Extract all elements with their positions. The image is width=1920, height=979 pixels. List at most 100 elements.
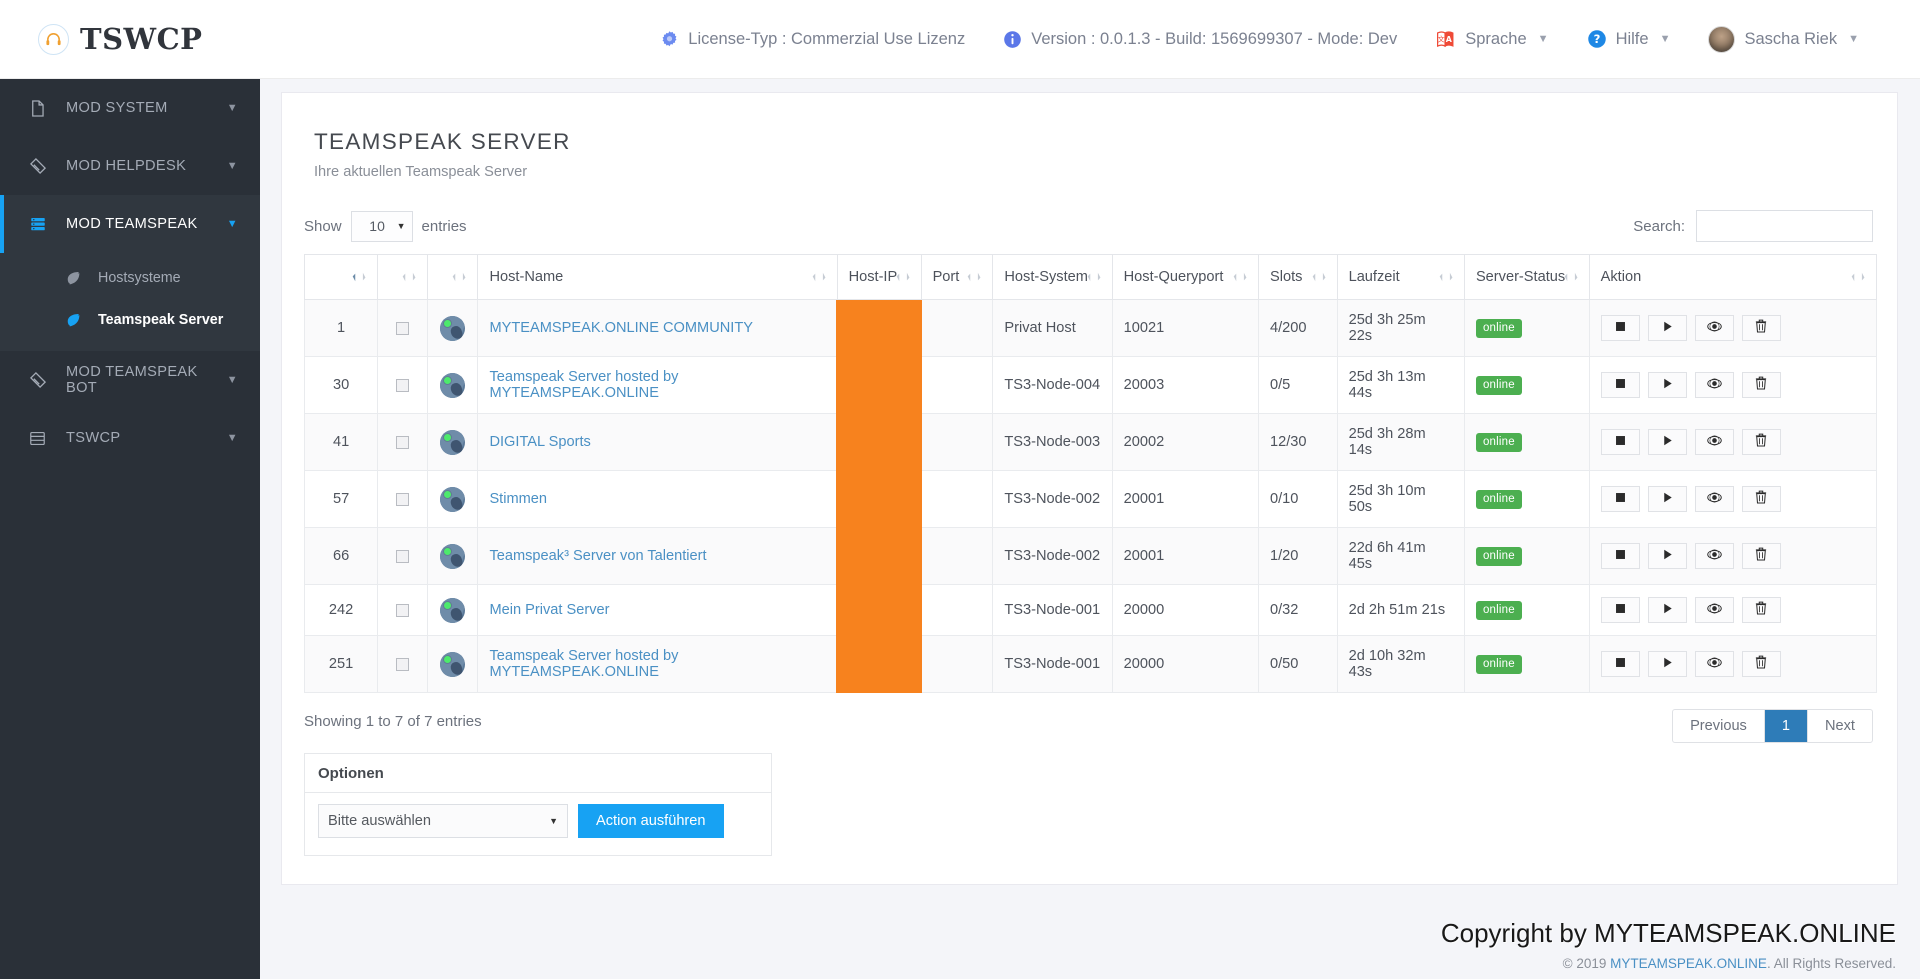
cell-select[interactable] [378, 300, 428, 357]
row-checkbox[interactable] [396, 322, 409, 335]
sidebar-submenu-mod-teamspeak: Hostsysteme Teamspeak Server [0, 253, 260, 351]
delete-button[interactable] [1742, 651, 1781, 677]
cell-select[interactable] [378, 414, 428, 471]
cell-select[interactable] [378, 528, 428, 585]
help-menu[interactable]: ? Hilfe ▼ [1568, 0, 1690, 79]
row-checkbox[interactable] [396, 493, 409, 506]
sort-icon [811, 271, 828, 283]
view-button[interactable] [1695, 543, 1734, 569]
col-hostqueryport[interactable]: Host-Queryport [1112, 255, 1258, 300]
entries-label: entries [422, 218, 467, 235]
user-menu[interactable]: Sascha Riek ▼ [1689, 0, 1878, 79]
sidebar-item-teamspeak-server[interactable]: Teamspeak Server [0, 299, 260, 341]
col-icon[interactable] [428, 255, 478, 300]
col-port[interactable]: Port [921, 255, 993, 300]
stop-button[interactable] [1601, 315, 1640, 341]
col-serverstatus[interactable]: Server-Status [1464, 255, 1589, 300]
search-input[interactable] [1696, 210, 1873, 242]
cell-hostsystem: Privat Host [993, 300, 1112, 357]
col-aktion[interactable]: Aktion [1589, 255, 1876, 300]
hostname-link[interactable]: Teamspeak Server hosted by MYTEAMSPEAK.O… [489, 369, 678, 401]
col-hostsystem[interactable]: Host-System [993, 255, 1112, 300]
row-checkbox[interactable] [396, 658, 409, 671]
cell-select[interactable] [378, 585, 428, 636]
start-button[interactable] [1648, 315, 1687, 341]
language-menu[interactable]: A 文 Sprache ▼ [1416, 0, 1567, 79]
start-button[interactable] [1648, 486, 1687, 512]
pagination-previous[interactable]: Previous [1673, 710, 1765, 742]
stop-button[interactable] [1601, 486, 1640, 512]
col-select[interactable] [378, 255, 428, 300]
sidebar-item-hostsysteme[interactable]: Hostsysteme [0, 257, 260, 299]
footer-link[interactable]: MYTEAMSPEAK.ONLINE [1610, 956, 1767, 971]
col-hostname[interactable]: Host-Name [478, 255, 837, 300]
col-slots[interactable]: Slots [1258, 255, 1337, 300]
view-button[interactable] [1695, 651, 1734, 677]
hostname-link[interactable]: Mein Privat Server [489, 602, 609, 618]
delete-button[interactable] [1742, 372, 1781, 398]
stop-button[interactable] [1601, 372, 1640, 398]
sidebar-item-mod-system[interactable]: MOD SYSTEM ▼ [0, 79, 260, 137]
view-button[interactable] [1695, 597, 1734, 623]
sidebar-item-mod-teamspeak[interactable]: MOD TEAMSPEAK ▼ [0, 195, 260, 253]
start-button[interactable] [1648, 651, 1687, 677]
cell-laufzeit: 25d 3h 28m 14s [1337, 414, 1464, 471]
hostname-link[interactable]: Stimmen [489, 491, 547, 507]
cell-hostsystem: TS3-Node-001 [993, 585, 1112, 636]
page-length-select[interactable]: 10 ▼ [351, 211, 413, 242]
hostname-link[interactable]: DIGITAL Sports [489, 434, 590, 450]
hostname-link[interactable]: Teamspeak Server hosted by MYTEAMSPEAK.O… [489, 648, 678, 680]
row-checkbox[interactable] [396, 550, 409, 563]
globe-online-icon [440, 373, 465, 398]
col-hostip[interactable]: Host-IP [837, 255, 921, 300]
stop-square-icon [1614, 491, 1627, 508]
col-id[interactable] [305, 255, 378, 300]
sort-icon [1311, 271, 1328, 283]
view-button[interactable] [1695, 315, 1734, 341]
pagination-page-1[interactable]: 1 [1765, 710, 1808, 742]
sidebar-group-tswcp: TSWCP ▼ [0, 409, 260, 467]
action-buttons [1601, 486, 1865, 512]
stop-button[interactable] [1601, 651, 1640, 677]
sidebar-item-mod-helpdesk[interactable]: MOD HELPDESK ▼ [0, 137, 260, 195]
brand[interactable]: TSWCP [0, 0, 260, 79]
start-button[interactable] [1648, 429, 1687, 455]
trash-icon [1755, 547, 1767, 565]
delete-button[interactable] [1742, 315, 1781, 341]
stop-button[interactable] [1601, 429, 1640, 455]
view-button[interactable] [1695, 372, 1734, 398]
row-checkbox[interactable] [396, 436, 409, 449]
status-badge: online [1476, 433, 1522, 452]
sidebar-item-tswcp[interactable]: TSWCP ▼ [0, 409, 260, 467]
stop-button[interactable] [1601, 543, 1640, 569]
stop-button[interactable] [1601, 597, 1640, 623]
cell-aktion [1589, 636, 1876, 693]
row-checkbox[interactable] [396, 379, 409, 392]
delete-button[interactable] [1742, 543, 1781, 569]
cell-select[interactable] [378, 471, 428, 528]
eye-icon [1707, 377, 1722, 394]
hostname-link[interactable]: MYTEAMSPEAK.ONLINE COMMUNITY [489, 320, 753, 336]
cell-aktion [1589, 471, 1876, 528]
pagination-next[interactable]: Next [1808, 710, 1872, 742]
bulk-action-select[interactable]: Bitte auswählen ▼ [318, 804, 568, 838]
view-button[interactable] [1695, 429, 1734, 455]
start-button[interactable] [1648, 372, 1687, 398]
start-button[interactable] [1648, 597, 1687, 623]
cell-select[interactable] [378, 357, 428, 414]
start-button[interactable] [1648, 543, 1687, 569]
delete-button[interactable] [1742, 486, 1781, 512]
trash-icon [1755, 601, 1767, 619]
table-row: 1MYTEAMSPEAK.ONLINE COMMUNITYPrivat Host… [305, 300, 1877, 357]
row-checkbox[interactable] [396, 604, 409, 617]
col-laufzeit[interactable]: Laufzeit [1337, 255, 1464, 300]
cell-select[interactable] [378, 636, 428, 693]
delete-button[interactable] [1742, 429, 1781, 455]
hostname-link[interactable]: Teamspeak³ Server von Talentiert [489, 548, 706, 564]
view-button[interactable] [1695, 486, 1734, 512]
action-buttons [1601, 372, 1865, 398]
sidebar-item-mod-teamspeak-bot[interactable]: MOD TEAMSPEAK BOT ▼ [0, 351, 260, 409]
execute-action-button[interactable]: Action ausführen [578, 804, 724, 838]
globe-online-icon [440, 487, 465, 512]
delete-button[interactable] [1742, 597, 1781, 623]
